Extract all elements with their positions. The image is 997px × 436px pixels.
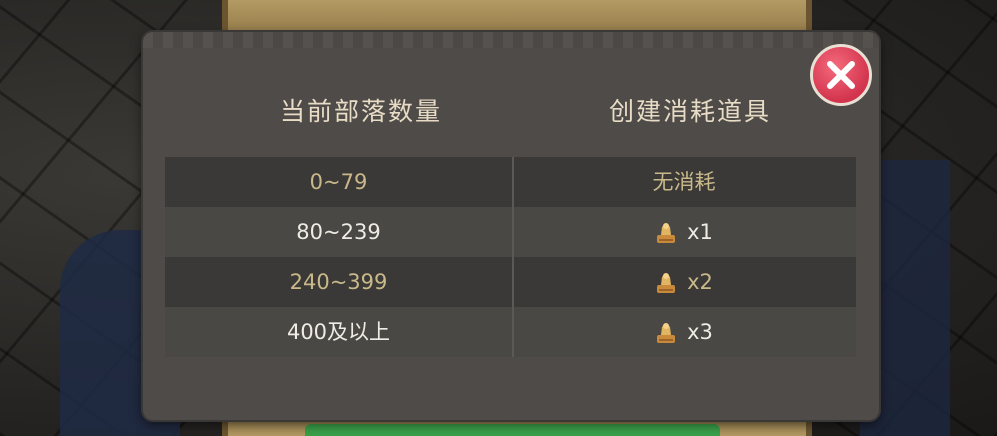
gold-token-icon — [657, 223, 676, 243]
item-count: x2 — [687, 270, 713, 294]
table-row: 80~239 x1 — [165, 207, 856, 257]
header-creation-cost: 创建消耗道具 — [608, 97, 771, 126]
cost-value: 无消耗 — [652, 170, 716, 194]
item-count: x3 — [687, 320, 713, 344]
gold-token-icon — [657, 273, 676, 293]
close-icon — [827, 61, 855, 89]
tribe-range: 80~239 — [296, 220, 381, 244]
panel-decorative-trim — [143, 32, 879, 48]
cost-value: x1 — [512, 207, 856, 257]
table-row: 0~79 无消耗 — [165, 157, 856, 207]
cost-value: x3 — [512, 307, 856, 357]
table-row: 240~399 x2 — [165, 257, 856, 307]
table-row: 400及以上 x3 — [165, 307, 856, 357]
tribe-range: 400及以上 — [286, 320, 391, 344]
cost-table: 0~79 无消耗 80~239 x1 240~399 x2 400及以上 x3 — [165, 157, 856, 357]
gold-token-icon — [657, 323, 676, 343]
column-divider — [512, 157, 514, 357]
game-scene: 当前部落数量 创建消耗道具 0~79 无消耗 80~239 x1 240~399… — [0, 0, 997, 436]
item-count: x1 — [687, 220, 713, 244]
header-tribe-count: 当前部落数量 — [279, 97, 442, 126]
background-green-button — [305, 424, 720, 436]
tribe-range: 0~79 — [309, 170, 368, 194]
cost-value: x2 — [512, 257, 856, 307]
tribe-range: 240~399 — [289, 270, 388, 294]
